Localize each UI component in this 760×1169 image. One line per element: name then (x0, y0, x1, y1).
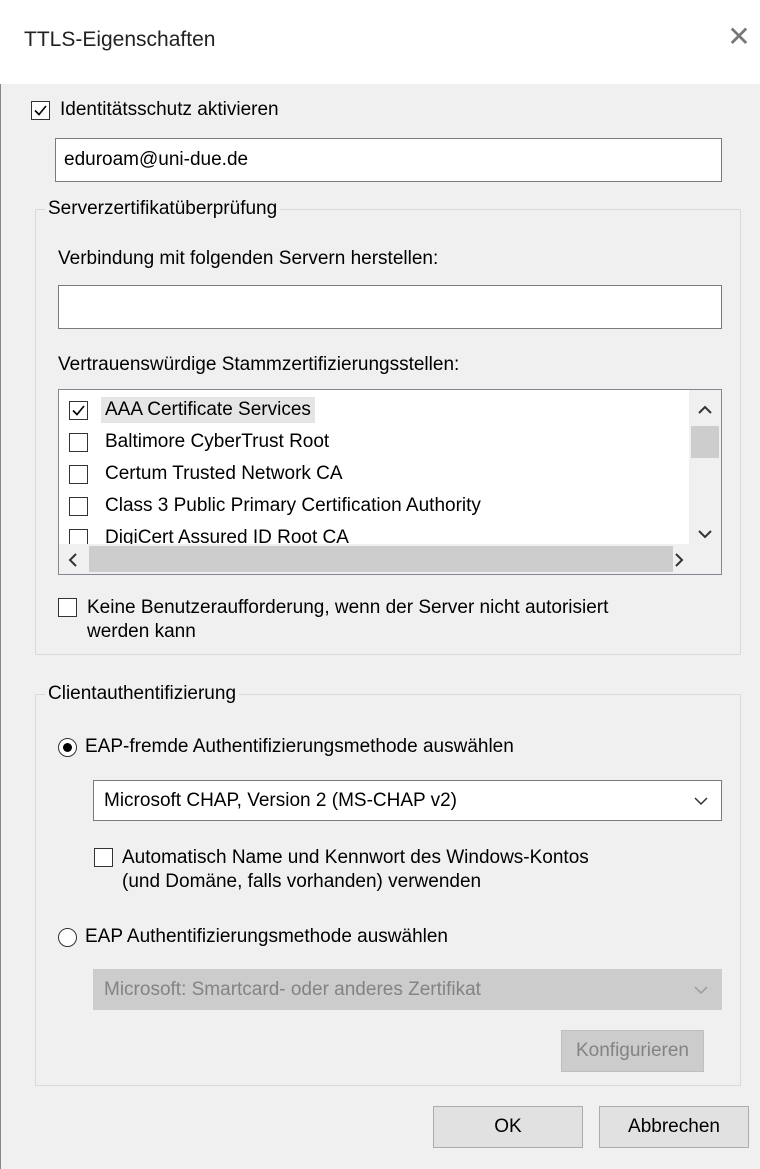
auto-credentials-line1: Automatisch Name und Kennwort des Window… (122, 847, 589, 868)
eap-method-value: Microsoft: Smartcard- oder anderes Zerti… (104, 978, 481, 1000)
non-eap-method-value: Microsoft CHAP, Version 2 (MS-CHAP v2) (104, 789, 458, 811)
vertical-scroll-thumb[interactable] (691, 426, 719, 458)
checkmark-icon (72, 404, 85, 416)
chevron-down-icon (693, 970, 709, 1009)
close-icon[interactable]: ✕ (722, 20, 756, 54)
list-item[interactable]: Baltimore CyberTrust Root (69, 426, 333, 458)
horizontal-scrollbar[interactable] (59, 544, 721, 574)
horizontal-scroll-thumb[interactable] (89, 546, 673, 572)
eap-label: EAP Authentifizierungsmethode auswählen (85, 926, 449, 947)
root-ca-label-item: Class 3 Public Primary Certification Aut… (105, 495, 481, 516)
root-ca-label-item: Certum Trusted Network CA (105, 463, 343, 484)
root-ca-label: Vertrauenswürdige Stammzertifizierungsst… (58, 354, 460, 375)
list-item[interactable]: Class 3 Public Primary Certification Aut… (69, 490, 485, 522)
servers-label: Verbindung mit folgenden Servern herstel… (58, 248, 439, 269)
list-item[interactable]: AAA Certificate Services (69, 394, 315, 426)
eap-method-select[interactable]: Microsoft: Smartcard- oder anderes Zerti… (93, 969, 722, 1010)
root-ca-checkbox[interactable] (69, 464, 88, 484)
server-cert-legend: Serverzertifikatüberprüfung (45, 198, 281, 220)
identity-value: eduroam@uni-due.de (64, 149, 249, 170)
non-eap-method-select[interactable]: Microsoft CHAP, Version 2 (MS-CHAP v2) (93, 780, 722, 821)
client-auth-legend: Clientauthentifizierung (45, 683, 240, 705)
non-eap-label: EAP-fremde Authentifizierungsmethode aus… (85, 736, 514, 757)
root-ca-checkbox[interactable] (69, 496, 88, 516)
servers-input[interactable] (58, 285, 722, 329)
root-ca-label-item: Baltimore CyberTrust Root (105, 431, 330, 452)
no-prompt-checkbox[interactable] (58, 598, 77, 617)
auto-credentials-label: Automatisch Name und Kennwort des Window… (122, 846, 589, 894)
cancel-button[interactable]: Abbrechen (599, 1106, 749, 1148)
identity-input[interactable]: eduroam@uni-due.de (55, 138, 722, 182)
configure-button[interactable]: Konfigurieren (561, 1030, 704, 1072)
vertical-scrollbar[interactable] (689, 390, 721, 544)
radio-selected-dot (63, 743, 72, 752)
identity-protection-label: Identitätsschutz aktivieren (60, 99, 279, 120)
auto-credentials-checkbox[interactable] (94, 848, 113, 867)
scroll-left-icon[interactable] (67, 552, 79, 574)
no-prompt-label: Keine Benutzeraufforderung, wenn der Ser… (87, 596, 608, 644)
identity-protection-checkbox[interactable] (31, 101, 50, 120)
scroll-right-icon[interactable] (673, 552, 685, 574)
eap-radio[interactable] (58, 928, 77, 947)
root-ca-label-item: AAA Certificate Services (101, 397, 315, 423)
root-ca-checkbox[interactable] (69, 432, 88, 452)
scroll-down-icon[interactable] (697, 524, 713, 546)
list-item[interactable]: Certum Trusted Network CA (69, 458, 347, 490)
no-prompt-line1: Keine Benutzeraufforderung, wenn der Ser… (87, 597, 609, 618)
root-ca-listbox[interactable]: AAA Certificate Services Baltimore Cyber… (58, 389, 722, 575)
no-prompt-line2: werden kann (87, 621, 196, 642)
window-title: TTLS-Eigenschaften (24, 28, 216, 51)
auto-credentials-line2: (und Domäne, falls vorhanden) verwenden (122, 871, 482, 892)
window-left-edge (0, 0, 1, 1169)
checkmark-icon (34, 105, 47, 116)
non-eap-radio[interactable] (58, 738, 77, 757)
chevron-down-icon (693, 781, 709, 820)
scroll-up-icon[interactable] (697, 400, 713, 422)
root-ca-checkbox[interactable] (69, 400, 88, 420)
ok-button[interactable]: OK (433, 1106, 583, 1148)
